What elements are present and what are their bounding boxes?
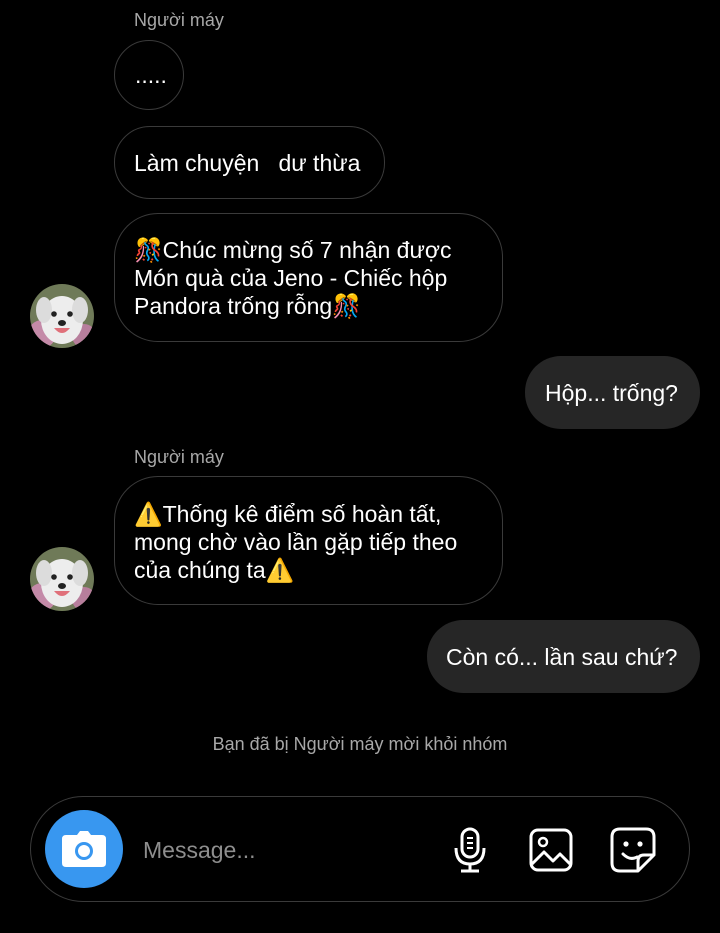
message-text-line: của chúng ta⚠️ — [134, 557, 295, 583]
incoming-message-bubble[interactable]: ⚠️Thống kê điểm số hoàn tất, mong chờ và… — [114, 476, 503, 605]
message-text-line: Món quà của Jeno - Chiếc hộp — [134, 265, 448, 291]
image-icon — [529, 828, 573, 872]
sticker-button[interactable] — [610, 827, 656, 873]
message-text: Còn có... lần sau chứ? — [446, 644, 678, 670]
message-text-line: 🎊Chúc mừng số 7 nhận được — [134, 237, 452, 263]
sender-name: Người máy — [134, 447, 224, 467]
voice-message-button[interactable] — [447, 827, 493, 873]
message-text-line: Pandora trống rỗng🎊 — [134, 293, 361, 319]
camera-icon — [62, 831, 106, 867]
message-text: Làm chuyện dư thừa — [134, 150, 361, 176]
sticker-icon — [610, 827, 656, 873]
microphone-icon — [454, 827, 486, 873]
message-text: ..... — [135, 62, 167, 88]
incoming-message-bubble[interactable]: ..... — [114, 40, 184, 110]
camera-button[interactable] — [45, 810, 123, 888]
outgoing-message-bubble[interactable]: Hộp... trống? — [525, 356, 700, 429]
sender-avatar[interactable] — [30, 547, 94, 611]
incoming-message-bubble[interactable]: Làm chuyện dư thừa — [114, 126, 385, 199]
message-text-line: ⚠️Thống kê điểm số hoàn tất, — [134, 501, 442, 527]
message-input[interactable] — [143, 833, 423, 867]
system-notice: Bạn đã bị Người máy mời khỏi nhóm — [212, 734, 508, 754]
sender-name: Người máy — [134, 10, 224, 30]
dog-avatar-image — [30, 547, 94, 611]
gallery-button[interactable] — [528, 827, 574, 873]
message-text-line: mong chờ vào lần gặp tiếp theo — [134, 529, 458, 555]
outgoing-message-bubble[interactable]: Còn có... lần sau chứ? — [427, 620, 700, 693]
message-composer — [30, 796, 690, 902]
incoming-message-bubble[interactable]: 🎊Chúc mừng số 7 nhận được Món quà của Je… — [114, 213, 503, 342]
dog-avatar-image — [30, 284, 94, 348]
sender-avatar[interactable] — [30, 284, 94, 348]
message-text: Hộp... trống? — [545, 380, 678, 406]
